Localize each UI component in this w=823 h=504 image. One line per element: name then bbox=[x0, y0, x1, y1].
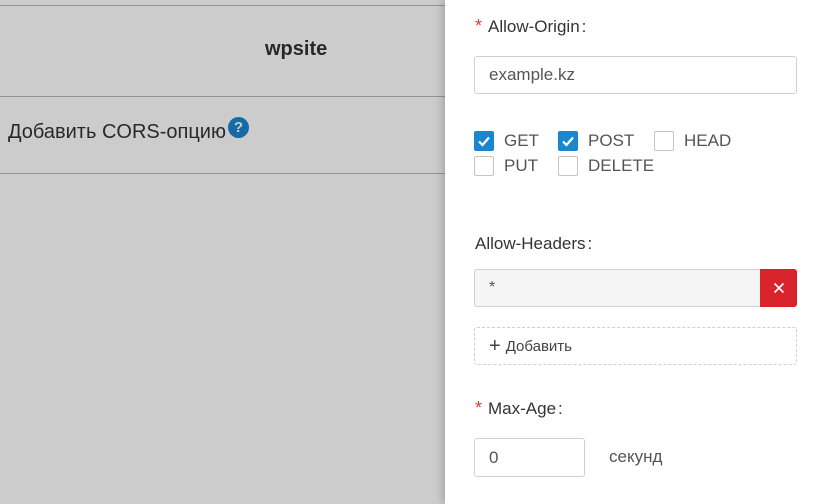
remove-header-button[interactable] bbox=[760, 269, 797, 307]
checkbox-unchecked-icon bbox=[474, 156, 494, 176]
checkbox-checked-icon bbox=[474, 131, 494, 151]
allow-origin-label: * Allow-Origin: bbox=[475, 16, 587, 36]
required-marker: * bbox=[475, 16, 483, 36]
required-marker: * bbox=[475, 398, 483, 418]
close-icon bbox=[773, 282, 784, 294]
plus-icon: + bbox=[489, 335, 501, 357]
method-checkbox-put[interactable]: PUT bbox=[474, 156, 538, 176]
method-checkbox-get[interactable]: GET bbox=[474, 131, 539, 151]
allow-headers-label: Allow-Headers: bbox=[475, 234, 593, 253]
checkbox-unchecked-icon bbox=[558, 156, 578, 176]
modal-overlay[interactable] bbox=[0, 0, 445, 504]
method-checkbox-delete[interactable]: DELETE bbox=[558, 156, 654, 176]
max-age-unit: секунд bbox=[609, 447, 663, 466]
allow-header-input[interactable]: * bbox=[474, 269, 760, 307]
method-checkbox-head[interactable]: HEAD bbox=[654, 131, 731, 151]
checkbox-unchecked-icon bbox=[654, 131, 674, 151]
checkbox-checked-icon bbox=[558, 131, 578, 151]
max-age-label: * Max-Age: bbox=[475, 398, 563, 418]
add-header-button[interactable]: + Добавить bbox=[474, 327, 797, 365]
cors-drawer: * Allow-Origin: example.kz GET POST HEAD … bbox=[445, 0, 823, 504]
max-age-input[interactable]: 0 bbox=[474, 438, 585, 477]
allow-origin-input[interactable]: example.kz bbox=[474, 56, 797, 94]
method-checkbox-post[interactable]: POST bbox=[558, 131, 634, 151]
